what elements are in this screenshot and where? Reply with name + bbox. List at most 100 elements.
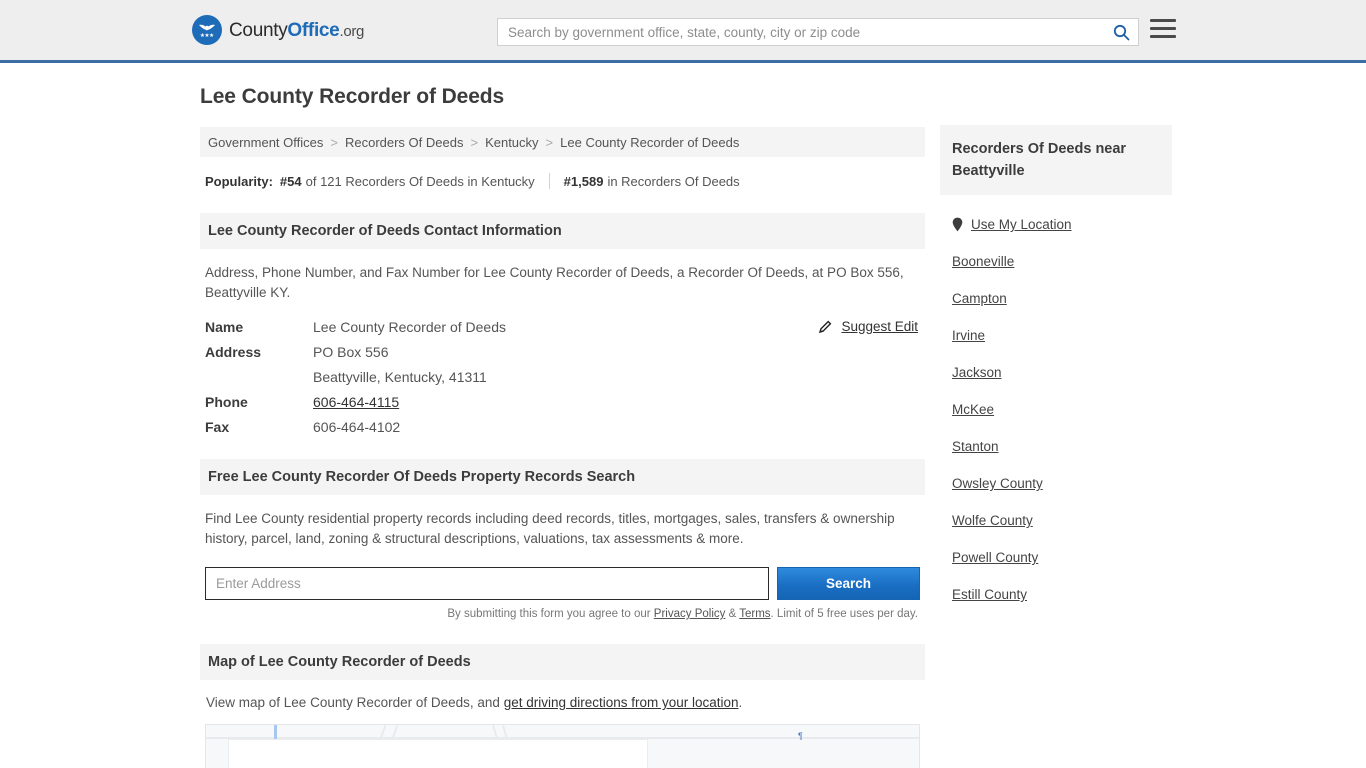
privacy-policy-link[interactable]: Privacy Policy: [654, 608, 726, 620]
site-header: CountyOffice.org: [0, 0, 1366, 63]
breadcrumb-separator: >: [470, 134, 479, 150]
sidebar-item-mckee[interactable]: McKee: [952, 402, 1160, 417]
terms-link[interactable]: Terms: [739, 608, 770, 620]
sidebar-item-booneville[interactable]: Booneville: [952, 254, 1160, 269]
map-pin-icon: [952, 217, 963, 232]
popularity-divider: [548, 173, 550, 189]
contact-label-fax: Fax: [205, 419, 230, 435]
sidebar-link-campton[interactable]: Campton: [952, 291, 1007, 306]
contact-row-address: Address PO Box 556: [205, 344, 920, 360]
contact-label-empty: [205, 369, 313, 385]
popularity-state-text: of 121 Recorders Of Deeds in Kentucky: [305, 173, 535, 189]
sidebar-link-powell-county[interactable]: Powell County: [952, 550, 1038, 565]
sidebar-item-stanton[interactable]: Stanton: [952, 439, 1160, 454]
address-input[interactable]: [205, 567, 769, 600]
contact-row-phone: Phone 606-464-4115: [205, 394, 920, 410]
hamburger-bar: [1150, 35, 1176, 38]
edit-pencil-icon: [819, 320, 832, 334]
map-section-body: View map of Lee County Recorder of Deeds…: [200, 695, 925, 768]
hamburger-bar: [1150, 27, 1176, 30]
contact-row-name: Name Lee County Recorder of Deeds: [205, 319, 920, 335]
sidebar-item-wolfe-county[interactable]: Wolfe County: [952, 513, 1160, 528]
map-block: [228, 738, 648, 768]
records-search-description: Find Lee County residential property rec…: [205, 511, 895, 546]
contact-value-address-line1: PO Box 556: [313, 344, 389, 360]
breadcrumb-separator: >: [545, 134, 554, 150]
popularity-national-rank: #1,589: [563, 173, 604, 189]
address-search-form: Search: [205, 567, 920, 600]
page-title: Lee County Recorder of Deeds: [200, 85, 505, 108]
logo-text-county: County: [229, 19, 288, 41]
sidebar-item-estill-county[interactable]: Estill County: [952, 587, 1160, 602]
contact-value-phone-link[interactable]: 606-464-4115: [313, 394, 399, 410]
sidebar-heading: Recorders Of Deeds near Beattyville: [940, 125, 1172, 195]
sidebar-link-estill-county[interactable]: Estill County: [952, 587, 1027, 602]
suggest-edit-label: Suggest Edit: [841, 319, 918, 334]
breadcrumb-item-kentucky[interactable]: Kentucky: [485, 135, 538, 150]
sidebar-link-owsley-county[interactable]: Owsley County: [952, 476, 1043, 491]
legal-suffix: . Limit of 5 free uses per day.: [770, 608, 918, 620]
popularity-label: Popularity:: [205, 173, 273, 189]
sidebar-item-irvine[interactable]: Irvine: [952, 328, 1160, 343]
contact-label-phone: Phone: [205, 394, 248, 410]
breadcrumb-item-current: Lee County Recorder of Deeds: [560, 134, 740, 150]
driving-directions-link[interactable]: get driving directions from your locatio…: [504, 695, 739, 710]
sidebar-link-wolfe-county[interactable]: Wolfe County: [952, 513, 1033, 528]
logo-text-org: .org: [339, 22, 365, 40]
search-input[interactable]: [498, 19, 1104, 45]
sidebar-item-use-my-location[interactable]: Use My Location: [952, 217, 1160, 232]
eagle-shield-icon: [192, 15, 222, 45]
map-embed[interactable]: ¶: [205, 723, 920, 768]
sidebar-link-booneville[interactable]: Booneville: [952, 254, 1014, 269]
breadcrumb: Government Offices > Recorders Of Deeds …: [200, 127, 925, 157]
sidebar-use-my-location-label[interactable]: Use My Location: [971, 217, 1072, 232]
sidebar-item-owsley-county[interactable]: Owsley County: [952, 476, 1160, 491]
sidebar-list: Use My Location Booneville Campton Irvin…: [940, 217, 1172, 602]
breadcrumb-item-recorders-of-deeds[interactable]: Recorders Of Deeds: [345, 135, 464, 150]
contact-section-body: Address, Phone Number, and Fax Number fo…: [200, 263, 925, 435]
breadcrumb-item-government-offices[interactable]: Government Offices: [208, 135, 323, 150]
records-search-body: Find Lee County residential property rec…: [200, 509, 925, 620]
breadcrumb-separator: >: [330, 134, 338, 150]
form-legal-text: By submitting this form you agree to our…: [205, 608, 920, 620]
map-road-highlight: [274, 724, 277, 739]
logo-text-office: Office: [287, 19, 340, 41]
site-logo[interactable]: CountyOffice.org: [192, 15, 364, 45]
sidebar-item-jackson[interactable]: Jackson: [952, 365, 1160, 380]
popularity-state-rank: #54: [279, 173, 302, 189]
contact-row-address-line2: Beattyville, Kentucky, 41311: [205, 369, 920, 385]
search-submit-button[interactable]: [1104, 19, 1138, 45]
contact-label-address: Address: [205, 344, 262, 360]
contact-table: Name Lee County Recorder of Deeds Addres…: [205, 319, 920, 435]
contact-section-heading: Lee County Recorder of Deeds Contact Inf…: [200, 213, 925, 249]
global-search-bar[interactable]: [497, 18, 1139, 46]
map-note-suffix: .: [738, 695, 743, 710]
sidebar-item-campton[interactable]: Campton: [952, 291, 1160, 306]
site-logo-text: CountyOffice.org: [229, 21, 364, 40]
contact-value-name: Lee County Recorder of Deeds: [313, 319, 506, 335]
hamburger-menu-icon[interactable]: [1150, 19, 1176, 38]
sidebar-item-powell-county[interactable]: Powell County: [952, 550, 1160, 565]
sidebar-link-jackson[interactable]: Jackson: [952, 365, 1002, 380]
sidebar-link-irvine[interactable]: Irvine: [952, 328, 985, 343]
main-column: Lee County Recorder of Deeds Government …: [200, 85, 925, 768]
search-icon: [1113, 24, 1129, 40]
contact-value-fax: 606-464-4102: [313, 419, 401, 435]
hamburger-bar: [1150, 19, 1176, 22]
contact-label-name: Name: [205, 319, 244, 335]
contact-row-fax: Fax 606-464-4102: [205, 419, 920, 435]
contact-description: Address, Phone Number, and Fax Number fo…: [205, 265, 904, 300]
sidebar-link-mckee[interactable]: McKee: [952, 402, 994, 417]
address-search-button[interactable]: Search: [777, 567, 920, 600]
sidebar: Recorders Of Deeds near Beattyville Use …: [940, 125, 1172, 602]
legal-prefix: By submitting this form you agree to our: [447, 608, 654, 620]
popularity-national-text: in Recorders Of Deeds: [607, 173, 740, 189]
records-search-heading: Free Lee County Recorder Of Deeds Proper…: [200, 459, 925, 495]
map-note: View map of Lee County Recorder of Deeds…: [205, 695, 920, 710]
popularity-row: Popularity: #54 of 121 Recorders Of Deed…: [200, 173, 925, 189]
suggest-edit-button[interactable]: Suggest Edit: [818, 319, 918, 334]
contact-value-address-line2: Beattyville, Kentucky, 41311: [313, 369, 487, 385]
map-poi-label: ¶: [798, 730, 803, 741]
sidebar-link-stanton[interactable]: Stanton: [952, 439, 999, 454]
map-section-heading: Map of Lee County Recorder of Deeds: [200, 644, 925, 680]
